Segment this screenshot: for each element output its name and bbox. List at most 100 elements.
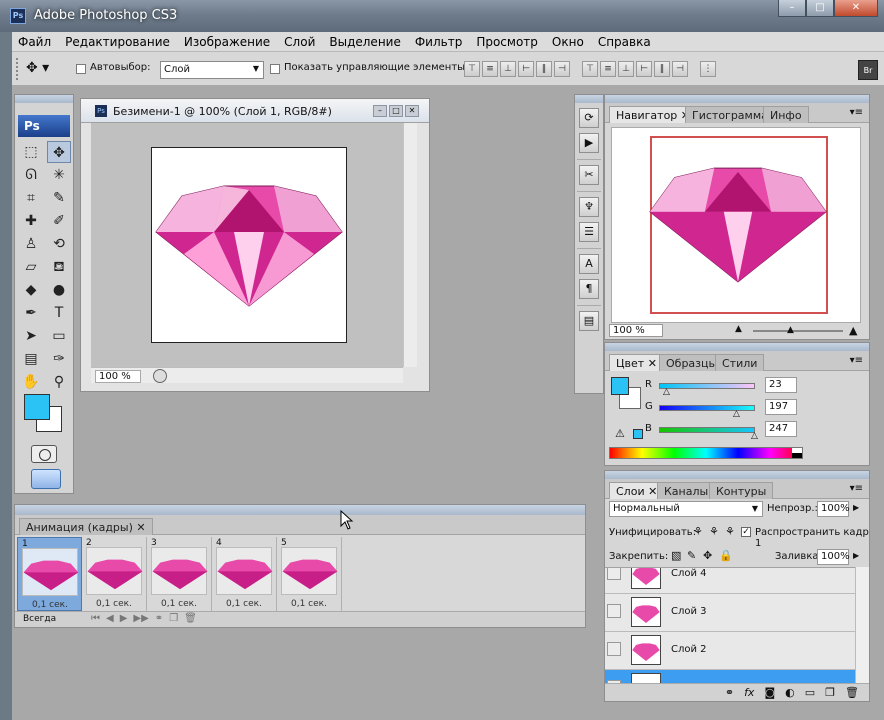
blur-tool-icon[interactable]: ◆: [19, 279, 43, 301]
unify-style-icon[interactable]: ⚘: [725, 525, 735, 538]
tab-animation-frames[interactable]: Анимация (кадры) ✕: [19, 518, 153, 535]
navigator-zoom-slider[interactable]: [753, 330, 843, 332]
layer-mask-icon[interactable]: ◙: [764, 686, 775, 699]
fill-field[interactable]: 100%: [817, 549, 850, 565]
unify-visibility-icon[interactable]: ⚘: [709, 525, 719, 538]
lock-position-icon[interactable]: ✥: [703, 549, 712, 562]
marquee-tool-icon[interactable]: ⬚: [19, 141, 43, 163]
navigator-preview[interactable]: [611, 127, 861, 323]
color-spectrum-bar[interactable]: [609, 447, 803, 459]
propagate-checkbox[interactable]: ✓: [741, 527, 751, 537]
animation-frame[interactable]: 2 0,1 сек.: [82, 537, 147, 611]
align-left-icon[interactable]: ⊢: [518, 61, 534, 77]
move-tool-icon[interactable]: ✥: [47, 141, 71, 163]
menu-window[interactable]: Окно: [552, 35, 584, 49]
animation-frame[interactable]: 4 0,1 сек.: [212, 537, 277, 611]
panel-menu-icon[interactable]: ▾≡: [850, 355, 863, 366]
frame-delay[interactable]: 0,1 сек.: [161, 599, 197, 609]
lock-all-icon[interactable]: 🔒: [719, 549, 733, 562]
animation-panel-header[interactable]: [15, 505, 585, 515]
quick-mask-icon[interactable]: [31, 445, 57, 463]
notes-tool-icon[interactable]: ▤: [19, 348, 43, 370]
web-safe-color-swatch[interactable]: [633, 429, 643, 439]
distribute-bottom-icon[interactable]: ⊥: [618, 61, 634, 77]
new-group-icon[interactable]: ▭: [805, 686, 815, 699]
lock-pixels-icon[interactable]: ✎: [687, 549, 696, 562]
screen-mode-icon[interactable]: [31, 469, 61, 489]
layer-list-scrollbar[interactable]: [855, 567, 869, 683]
opacity-arrow-icon[interactable]: ▶: [853, 503, 859, 512]
blue-slider[interactable]: [659, 427, 755, 433]
fill-arrow-icon[interactable]: ▶: [853, 551, 859, 560]
dodge-tool-icon[interactable]: ●: [47, 279, 71, 301]
layer-row[interactable]: Слой 4: [605, 568, 857, 594]
menu-help[interactable]: Справка: [598, 35, 651, 49]
navigator-panel-header[interactable]: [605, 95, 869, 103]
close-button[interactable]: ✕: [834, 0, 878, 17]
document-zoom-field[interactable]: 100 %: [95, 370, 141, 383]
align-right-icon[interactable]: ⊣: [554, 61, 570, 77]
tool-presets-icon[interactable]: ✂: [579, 165, 599, 185]
hand-tool-icon[interactable]: ✋: [19, 371, 43, 393]
play-icon[interactable]: ▶: [120, 613, 128, 624]
zoom-slider-knob[interactable]: ▲: [787, 325, 794, 335]
tab-histogram[interactable]: Гистограмма: [685, 106, 775, 123]
tab-close-icon[interactable]: ✕: [136, 521, 145, 534]
tab-navigator[interactable]: Навигатор ✕: [609, 106, 698, 123]
prev-frame-icon[interactable]: ◀: [106, 613, 114, 624]
tab-styles[interactable]: Стили: [715, 354, 765, 371]
layer-visibility-toggle[interactable]: [607, 604, 621, 618]
navigator-view-box[interactable]: [649, 136, 828, 314]
green-slider-knob[interactable]: △: [733, 409, 740, 419]
paint-bucket-tool-icon[interactable]: ⛾: [47, 256, 71, 278]
magic-wand-tool-icon[interactable]: ✳: [47, 164, 71, 186]
red-slider-knob[interactable]: △: [663, 387, 670, 397]
menu-edit[interactable]: Редактирование: [65, 35, 170, 49]
opacity-field[interactable]: 100%: [817, 501, 850, 517]
auto-align-icon[interactable]: ⋮: [700, 61, 716, 77]
layer-name[interactable]: Слой 4: [671, 568, 707, 579]
red-value-field[interactable]: 23: [765, 377, 797, 393]
layer-style-icon[interactable]: fx: [744, 686, 754, 699]
pen-tool-icon[interactable]: ✒: [19, 302, 43, 324]
layers-panel-header[interactable]: [605, 471, 869, 479]
frame-delay[interactable]: 0,1 сек.: [291, 599, 327, 609]
layer-visibility-toggle[interactable]: [607, 642, 621, 656]
history-brush-tool-icon[interactable]: ⟲: [47, 233, 71, 255]
menu-layer[interactable]: Слой: [284, 35, 315, 49]
next-frame-icon[interactable]: ▶▶: [133, 613, 148, 624]
red-slider[interactable]: [659, 383, 755, 389]
animation-frame[interactable]: 5 0,1 сек.: [277, 537, 342, 611]
align-top-icon[interactable]: ⊤: [464, 61, 480, 77]
align-vcenter-icon[interactable]: ≡: [482, 61, 498, 77]
frame-delay[interactable]: 0,1 сек.: [226, 599, 262, 609]
auto-select-dropdown[interactable]: Слой ▼: [160, 61, 264, 79]
unify-position-icon[interactable]: ⚘: [693, 525, 703, 538]
frame-delay[interactable]: 0,1 сек.: [96, 599, 132, 609]
document-vertical-scrollbar[interactable]: [403, 123, 417, 367]
clone-stamp-tool-icon[interactable]: ♙: [19, 233, 43, 255]
menu-select[interactable]: Выделение: [329, 35, 400, 49]
gamut-warning-icon[interactable]: ⚠: [615, 427, 625, 440]
blue-value-field[interactable]: 247: [765, 421, 797, 437]
rectangle-tool-icon[interactable]: ▭: [47, 325, 71, 347]
move-tool-preset-icon[interactable]: ✥ ▾: [26, 60, 62, 78]
eyedropper-tool-icon[interactable]: ✑: [47, 348, 71, 370]
green-value-field[interactable]: 197: [765, 399, 797, 415]
healing-brush-tool-icon[interactable]: ✚: [19, 210, 43, 232]
foreground-color-swatch[interactable]: [24, 394, 50, 420]
layer-name[interactable]: Слой 3: [671, 606, 707, 617]
actions-panel-icon[interactable]: ▶: [579, 133, 599, 153]
maximize-button[interactable]: □: [806, 0, 834, 17]
clone-source-icon[interactable]: ☰: [579, 222, 599, 242]
animation-frame[interactable]: 3 0,1 сек.: [147, 537, 212, 611]
layer-name[interactable]: Слой 2: [671, 644, 707, 655]
paragraph-panel-icon[interactable]: ¶: [579, 279, 599, 299]
layer-row[interactable]: Слой 2: [605, 632, 857, 670]
blue-slider-knob[interactable]: △: [751, 431, 758, 441]
lasso-tool-icon[interactable]: ᘏ: [19, 164, 43, 186]
doc-minimize-icon[interactable]: –: [373, 105, 387, 117]
lock-transparency-icon[interactable]: ▧: [671, 549, 681, 562]
color-panel-header[interactable]: [605, 343, 869, 351]
toolbox-header[interactable]: [15, 95, 73, 103]
